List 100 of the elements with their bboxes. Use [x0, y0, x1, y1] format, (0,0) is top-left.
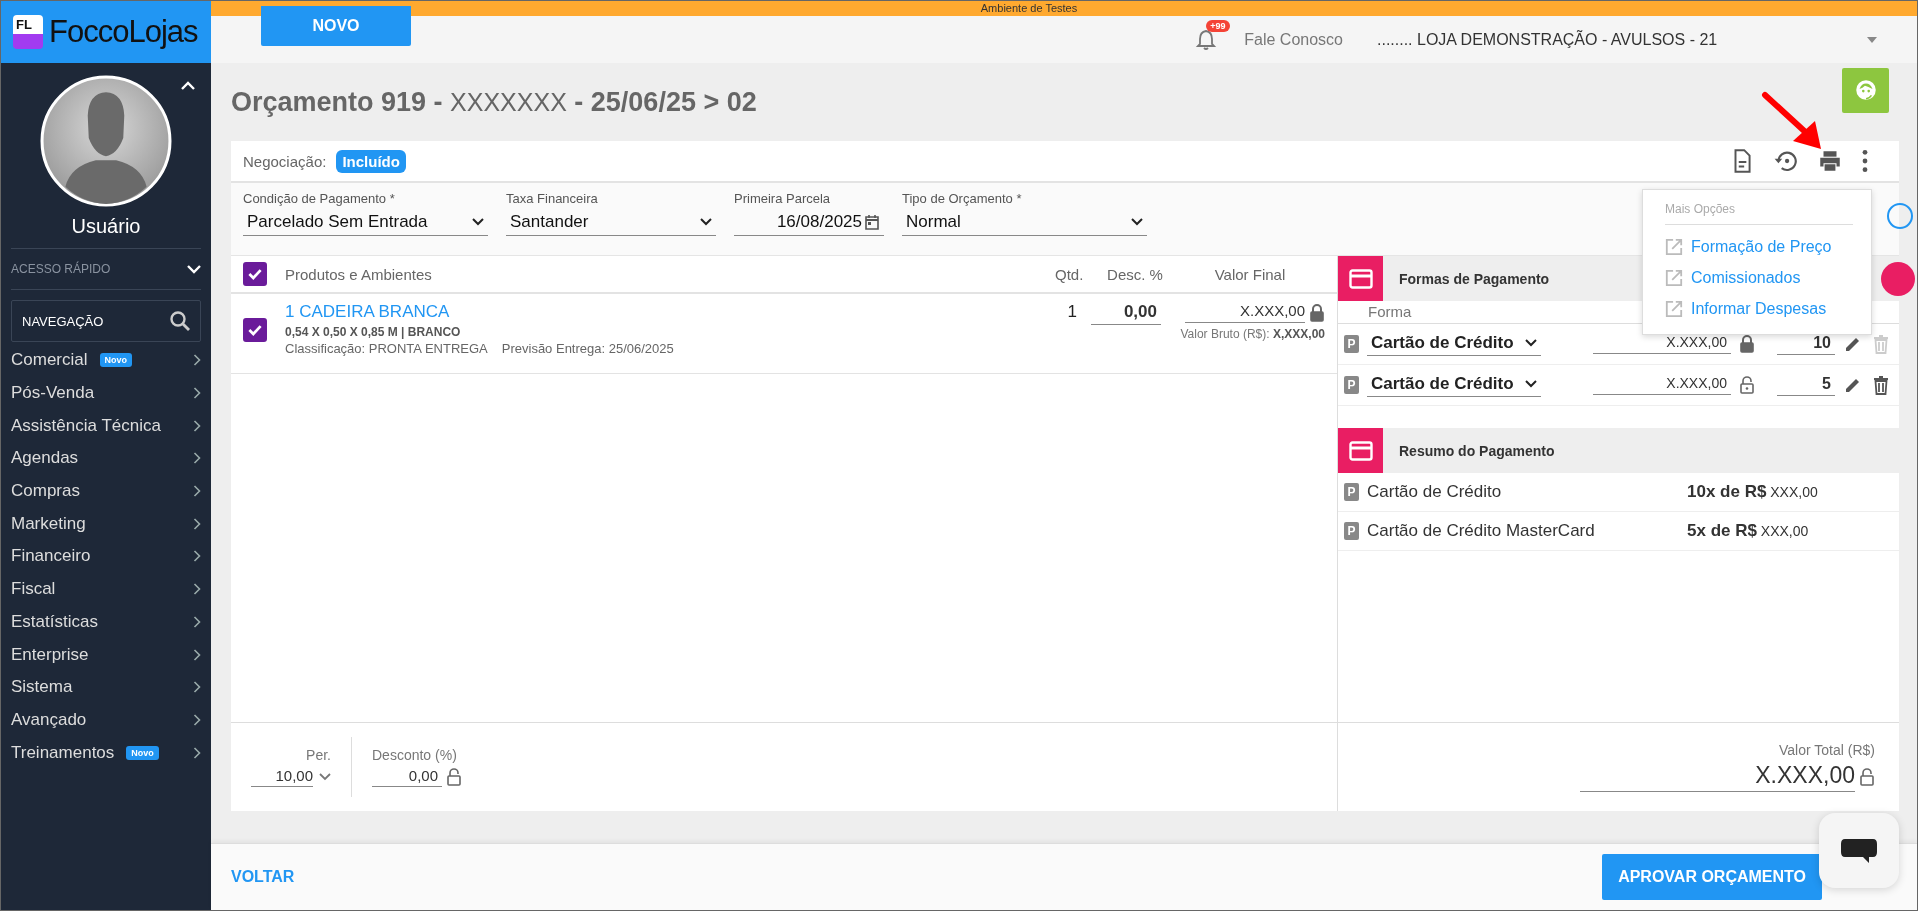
lock-icon[interactable]	[446, 768, 462, 786]
nav-item[interactable]: Estatísticas	[1, 605, 211, 639]
column-header: Desc. %	[1106, 265, 1164, 283]
nav-item[interactable]: Marketing	[1, 507, 211, 541]
payment-method-select[interactable]: Cartão de Crédito	[1367, 373, 1541, 397]
nav-item[interactable]: Compras	[1, 474, 211, 508]
type-badge: P	[1344, 335, 1359, 353]
field-label: Desconto (%)	[372, 747, 458, 763]
discount-field[interactable]: 0,00	[1091, 302, 1161, 325]
logo-icon: FL	[13, 15, 43, 49]
external-link-icon	[1665, 299, 1683, 318]
period-select[interactable]: 10,00	[251, 767, 331, 787]
card-icon	[1338, 428, 1383, 473]
nav-item[interactable]: Pós-Venda	[1, 376, 211, 410]
section-title: Formas de Pagamento	[1399, 270, 1550, 287]
caret-icon[interactable]	[1867, 36, 1877, 43]
column-header: Qtd.	[1055, 265, 1085, 283]
environment-banner: Ambiente de Testes	[211, 1, 1917, 16]
type-badge: P	[1344, 483, 1359, 501]
section-title: Resumo do Pagamento	[1399, 442, 1555, 459]
calendar-icon[interactable]	[864, 214, 880, 230]
date-field[interactable]: 16/08/2025	[734, 209, 884, 236]
nav-item[interactable]: Avançado	[1, 703, 211, 737]
chevron-icon	[193, 485, 201, 498]
delivery-forecast: Previsão Entrega: 25/06/2025	[501, 341, 674, 356]
total-label: Valor Total (R$)	[1779, 742, 1875, 758]
nav-item[interactable]: Assistência Técnica	[1, 409, 211, 443]
chevron-icon[interactable]	[700, 218, 712, 226]
more-options-icon[interactable]	[1861, 148, 1869, 174]
discount-field[interactable]: 0,00	[372, 767, 442, 787]
chevron-icon	[193, 746, 201, 759]
type-badge: P	[1344, 522, 1359, 540]
nav-item[interactable]: Fiscal	[1, 572, 211, 606]
type-badge: P	[1344, 376, 1359, 394]
chevron-icon	[193, 419, 201, 432]
field-label: Tipo de Orçamento *	[902, 191, 1023, 206]
installment-amount: 10x de R$ XXX,00	[1687, 482, 1818, 502]
lock-icon[interactable]	[1739, 335, 1755, 353]
chevron-icon	[193, 648, 201, 661]
lock-icon[interactable]	[1309, 303, 1325, 322]
nav-item[interactable]: Enterprise	[1, 638, 211, 671]
product-classification: Classificação: PRONTA ENTREGA	[285, 341, 488, 356]
product-spec: 0,54 X 0,50 X 0,85 M | BRANCO	[285, 325, 462, 339]
quick-access-toggle[interactable]: ACESSO RÁPIDO	[11, 248, 201, 290]
new-badge: Novo	[126, 745, 159, 760]
chevron-icon[interactable]	[1525, 338, 1537, 347]
field-label: Taxa Financeira	[506, 191, 599, 206]
chat-button[interactable]	[1819, 813, 1899, 888]
field-label: Condição de Pagamento *	[243, 191, 396, 206]
contact-link[interactable]: Fale Conosco	[1244, 30, 1343, 49]
nav-item[interactable]: Sistema	[1, 670, 211, 704]
payment-method: Cartão de Crédito	[1367, 482, 1503, 502]
lock-icon[interactable]	[1739, 376, 1755, 394]
print-icon[interactable]	[1817, 148, 1843, 174]
payment-method-select[interactable]: Cartão de Crédito	[1367, 332, 1541, 356]
nav-item[interactable]: Financeiro	[1, 540, 211, 573]
column-header: Valor Final	[1213, 265, 1287, 283]
external-link-icon	[1665, 268, 1683, 287]
chevron-icon	[193, 517, 201, 530]
select-field[interactable]: Normal	[902, 209, 1147, 236]
status-badge: Incluído	[336, 149, 406, 173]
payment-method: Cartão de Crédito MasterCard	[1367, 521, 1596, 541]
nav-item[interactable]: Comercial Novo	[1, 344, 211, 377]
installments-field[interactable]: 5	[1777, 374, 1835, 396]
add-button[interactable]	[1881, 262, 1915, 296]
store-selector[interactable]: ........ LOJA DEMONSTRAÇÃO - AVULSOS - 21	[1377, 30, 1877, 49]
chevron-icon	[193, 550, 201, 563]
select-field[interactable]: Santander	[506, 209, 716, 236]
chevron-icon[interactable]	[1131, 218, 1143, 226]
chevron-icon	[193, 583, 201, 596]
nav-item[interactable]: Agendas	[1, 442, 211, 475]
gross-value: Valor Bruto (R$): X,XXX,00	[1180, 327, 1325, 341]
total-value-field[interactable]: X.XXX,00	[1580, 762, 1855, 792]
negotiation-label: Negociação:	[243, 152, 327, 170]
toggle-icon[interactable]	[1887, 203, 1913, 229]
lock-icon[interactable]	[1859, 768, 1875, 786]
navigation-search-field[interactable]: NAVEGAÇÃO	[11, 300, 201, 342]
chevron-icon	[193, 681, 201, 694]
amount-field[interactable]: X.XXX,00	[1593, 375, 1731, 395]
column-header: Produtos e Ambientes	[285, 265, 433, 283]
chevron-icon	[193, 713, 201, 726]
nav-item[interactable]: Treinamentos Novo	[1, 736, 211, 769]
field-label: Primeira Parcela	[734, 191, 832, 206]
chevron-icon	[193, 452, 201, 465]
bell-icon[interactable]	[1194, 27, 1219, 52]
final-value-field[interactable]: X.XXX,00	[1185, 302, 1305, 323]
chevron-icon	[193, 387, 201, 400]
delete-icon[interactable]	[1871, 375, 1891, 395]
collapse-icon[interactable]	[181, 81, 195, 90]
search-icon[interactable]	[169, 310, 191, 332]
installment-amount: 5x de R$ XXX,00	[1687, 521, 1809, 541]
external-link-icon	[1665, 237, 1683, 256]
new-badge: Novo	[99, 353, 133, 368]
select-field[interactable]: Parcelado Sem Entrada	[243, 209, 488, 236]
chevron-icon[interactable]	[1525, 379, 1537, 388]
chevron-icon	[193, 354, 201, 367]
chevron-icon[interactable]	[472, 218, 484, 226]
user-name: Usuário	[71, 215, 141, 238]
menu-title: Mais Opções	[1665, 202, 1853, 225]
page-title: Orçamento 919 - XXXXXXX - 25/06/25 > 02	[231, 86, 757, 118]
